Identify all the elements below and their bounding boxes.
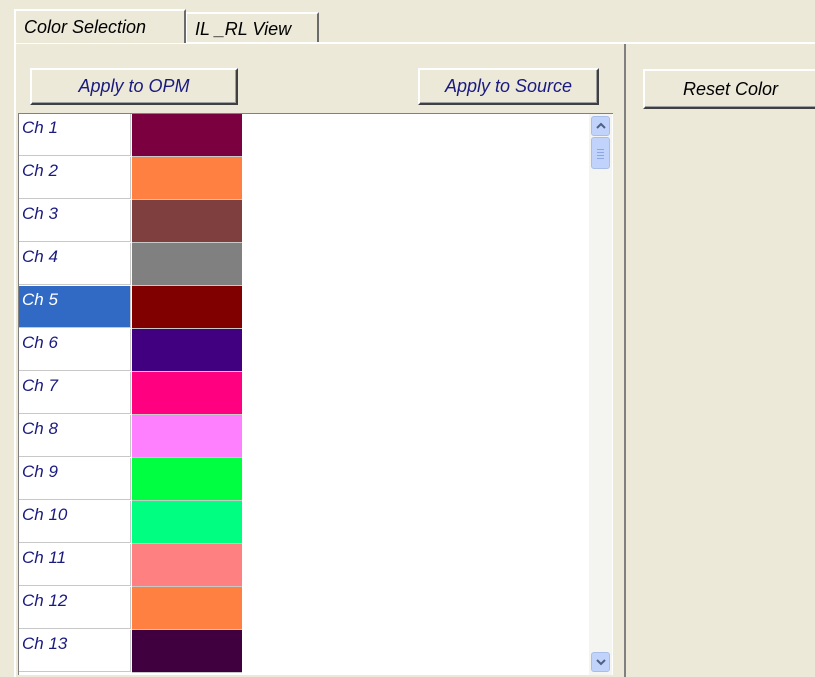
channel-label[interactable]: Ch 11 bbox=[19, 544, 131, 586]
channel-label[interactable]: Ch 9 bbox=[19, 458, 131, 500]
scroll-thumb[interactable] bbox=[591, 137, 610, 169]
scroll-down-arrow-icon bbox=[595, 659, 606, 666]
channel-color-swatch[interactable] bbox=[132, 200, 242, 243]
channel-color-swatch[interactable] bbox=[132, 157, 242, 200]
channel-color-swatch[interactable] bbox=[132, 286, 242, 329]
channel-color-swatch[interactable] bbox=[132, 458, 242, 501]
channel-color-swatch[interactable] bbox=[132, 114, 242, 157]
channel-row-3[interactable]: Ch 3 bbox=[19, 200, 243, 243]
apply-to-opm-button[interactable]: Apply to OPM bbox=[30, 68, 238, 105]
channel-color-swatch[interactable] bbox=[132, 372, 242, 415]
channel-color-swatch[interactable] bbox=[132, 243, 242, 286]
channel-color-swatch[interactable] bbox=[132, 329, 242, 372]
channel-row-11[interactable]: Ch 11 bbox=[19, 544, 243, 587]
channel-row-13[interactable]: Ch 13 bbox=[19, 630, 243, 673]
channel-row-10[interactable]: Ch 10 bbox=[19, 501, 243, 544]
channel-row-12[interactable]: Ch 12 bbox=[19, 587, 243, 630]
channel-label[interactable]: Ch 13 bbox=[19, 630, 131, 672]
channel-color-swatch[interactable] bbox=[132, 501, 242, 544]
list-scrollbar[interactable] bbox=[589, 114, 612, 675]
thumb-grip-line bbox=[597, 152, 604, 153]
channel-label[interactable]: Ch 5 bbox=[19, 286, 131, 328]
tab-il-rl-view[interactable]: IL _RL View bbox=[186, 12, 319, 42]
thumb-grip-line bbox=[597, 158, 604, 159]
channel-label[interactable]: Ch 12 bbox=[19, 587, 131, 629]
channel-label[interactable]: Ch 2 bbox=[19, 157, 131, 199]
scroll-up-arrow-icon bbox=[595, 122, 606, 129]
channel-color-swatch[interactable] bbox=[132, 544, 242, 587]
scroll-up-button[interactable] bbox=[591, 116, 610, 136]
channel-color-list: Ch 1 Ch 2 Ch 3 Ch 4 Ch 5 Ch 6 Ch 7 Ch 8 … bbox=[18, 113, 613, 675]
channel-row-2[interactable]: Ch 2 bbox=[19, 157, 243, 200]
channel-row-8[interactable]: Ch 8 bbox=[19, 415, 243, 458]
scroll-down-button[interactable] bbox=[591, 652, 610, 672]
apply-to-source-button[interactable]: Apply to Source bbox=[418, 68, 599, 105]
channel-label[interactable]: Ch 8 bbox=[19, 415, 131, 457]
channel-color-swatch[interactable] bbox=[132, 630, 242, 673]
channel-label[interactable]: Ch 7 bbox=[19, 372, 131, 414]
thumb-grip-line bbox=[597, 155, 604, 156]
channel-label[interactable]: Ch 4 bbox=[19, 243, 131, 285]
channel-row-4[interactable]: Ch 4 bbox=[19, 243, 243, 286]
channel-row-6[interactable]: Ch 6 bbox=[19, 329, 243, 372]
channel-label[interactable]: Ch 1 bbox=[19, 114, 131, 156]
tab-color-selection[interactable]: Color Selection bbox=[14, 9, 186, 43]
channel-row-7[interactable]: Ch 7 bbox=[19, 372, 243, 415]
channel-label[interactable]: Ch 3 bbox=[19, 200, 131, 242]
channel-color-swatch[interactable] bbox=[132, 587, 242, 630]
channel-row-9[interactable]: Ch 9 bbox=[19, 458, 243, 501]
channel-row-1[interactable]: Ch 1 bbox=[19, 114, 243, 157]
channel-row-5[interactable]: Ch 5 bbox=[19, 286, 243, 329]
thumb-grip-line bbox=[597, 149, 604, 150]
reset-color-button[interactable]: Reset Color bbox=[643, 69, 815, 109]
channel-label[interactable]: Ch 10 bbox=[19, 501, 131, 543]
channel-color-swatch[interactable] bbox=[132, 415, 242, 458]
channel-label[interactable]: Ch 6 bbox=[19, 329, 131, 371]
